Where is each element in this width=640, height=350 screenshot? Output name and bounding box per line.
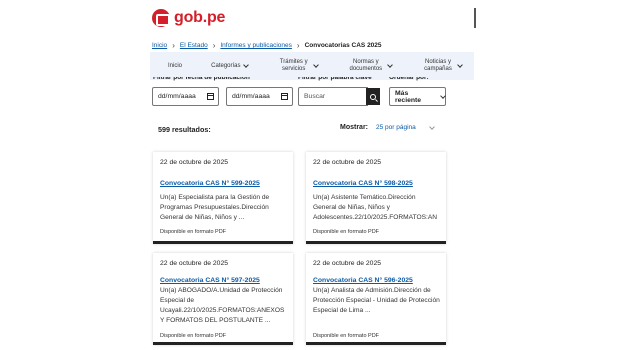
result-card: 22 de octubre de 2025 Convocatoria CAS N… bbox=[306, 152, 446, 244]
main-navigation: Inicio Categorías Trámites y servicios N… bbox=[150, 52, 474, 80]
chevron-down-icon bbox=[242, 62, 249, 68]
nav-item-label: Inicio bbox=[168, 62, 183, 69]
date-from-placeholder: dd/mm/aaaa bbox=[158, 93, 196, 100]
chevron-down-icon bbox=[387, 62, 393, 68]
search-button[interactable] bbox=[366, 88, 380, 105]
search-input[interactable]: Buscar bbox=[298, 87, 368, 106]
result-card: 22 de octubre de 2025 Convocatoria CAS N… bbox=[153, 152, 293, 244]
card-title-link[interactable]: Convocatoria CAS N° 599-2025 bbox=[160, 180, 287, 187]
card-date: 22 de octubre de 2025 bbox=[313, 260, 382, 267]
sort-select[interactable]: Más reciente bbox=[389, 87, 446, 106]
nav-item-categorias[interactable]: Categorías bbox=[211, 62, 249, 70]
result-card: 22 de octubre de 2025 Convocatoria CAS N… bbox=[306, 253, 446, 345]
results-count: 599 resultados: bbox=[158, 125, 211, 134]
per-page-select[interactable]: 25 por página bbox=[376, 123, 435, 131]
sort-label: Ordenar por: bbox=[389, 77, 429, 81]
card-format: Disponible en formato PDF bbox=[160, 333, 227, 339]
card-description: Un(a) Analista de Admisión.Dirección de … bbox=[313, 287, 440, 314]
per-page-value: 25 por página bbox=[376, 124, 416, 131]
breadcrumb: Inicio › El Estado › Informes y publicac… bbox=[152, 40, 382, 50]
nav-item-label: Trámites y servicios bbox=[279, 59, 308, 72]
nav-item-normas[interactable]: Normas y documentos bbox=[347, 59, 393, 73]
card-format: Disponible en formato PDF bbox=[313, 229, 380, 235]
date-to-field[interactable]: dd/mm/aaaa bbox=[226, 87, 293, 106]
date-from-field[interactable]: dd/mm/aaaa bbox=[152, 87, 219, 106]
chevron-right-icon: › bbox=[172, 40, 175, 50]
card-title-link[interactable]: Convocatoria CAS N° 597-2025 bbox=[160, 277, 287, 284]
breadcrumb-link-informes[interactable]: Informes y publicaciones bbox=[220, 42, 292, 49]
search-icon bbox=[370, 93, 376, 100]
nav-item-noticias[interactable]: Noticias y campañas bbox=[421, 59, 463, 73]
nav-item-label: Categorías bbox=[211, 62, 241, 69]
result-card: 22 de octubre de 2025 Convocatoria CAS N… bbox=[153, 253, 293, 345]
chevron-down-icon bbox=[440, 92, 446, 99]
nav-item-label: Normas y documentos bbox=[349, 59, 383, 72]
card-description: Un(a) ABOGADO/A.Unidad de Protección Esp… bbox=[160, 287, 285, 324]
show-label: Mostrar: bbox=[340, 124, 369, 131]
card-date: 22 de octubre de 2025 bbox=[160, 260, 229, 267]
calendar-icon[interactable] bbox=[207, 93, 214, 100]
card-date: 22 de octubre de 2025 bbox=[160, 159, 229, 166]
nav-item-inicio[interactable]: Inicio bbox=[168, 63, 182, 70]
chevron-down-icon bbox=[312, 62, 319, 68]
gob-pe-logo[interactable]: gob.pe bbox=[152, 9, 225, 27]
breadcrumb-link-el-estado[interactable]: El Estado bbox=[180, 42, 208, 49]
logo-text: gob.pe bbox=[174, 9, 226, 26]
peru-shield-icon bbox=[152, 9, 170, 27]
card-format: Disponible en formato PDF bbox=[160, 229, 227, 235]
chevron-right-icon: › bbox=[212, 40, 216, 50]
card-format: Disponible en formato PDF bbox=[313, 333, 380, 339]
card-title-link[interactable]: Convocatoria CAS N° 598-2025 bbox=[313, 180, 440, 187]
filter-keyword-label: Filtrar por palabra clave bbox=[298, 77, 372, 81]
calendar-icon[interactable] bbox=[281, 93, 288, 100]
scrollbar[interactable] bbox=[474, 8, 476, 28]
card-title-link[interactable]: Convocatoria CAS N° 596-2025 bbox=[313, 277, 440, 284]
chevron-right-icon: › bbox=[296, 40, 300, 50]
card-description: Un(a) Asistente Temático.Dirección Gener… bbox=[313, 194, 437, 221]
date-to-placeholder: dd/mm/aaaa bbox=[232, 93, 270, 100]
filter-date-label: Filtrar por fecha de publicación bbox=[153, 77, 250, 81]
chevron-down-icon bbox=[428, 123, 435, 130]
breadcrumb-current: Convocatorias CAS 2025 bbox=[304, 42, 382, 49]
search-placeholder: Buscar bbox=[304, 93, 326, 100]
breadcrumb-link-inicio[interactable]: Inicio bbox=[152, 42, 167, 49]
nav-item-tramites[interactable]: Trámites y servicios bbox=[277, 59, 319, 73]
card-description: Un(a) Especialista para la Gestión de Pr… bbox=[160, 194, 270, 221]
chevron-down-icon bbox=[457, 62, 463, 68]
card-date: 22 de octubre de 2025 bbox=[313, 159, 382, 166]
nav-item-label: Noticias y campañas bbox=[424, 59, 452, 72]
sort-value: Más reciente bbox=[395, 89, 422, 104]
